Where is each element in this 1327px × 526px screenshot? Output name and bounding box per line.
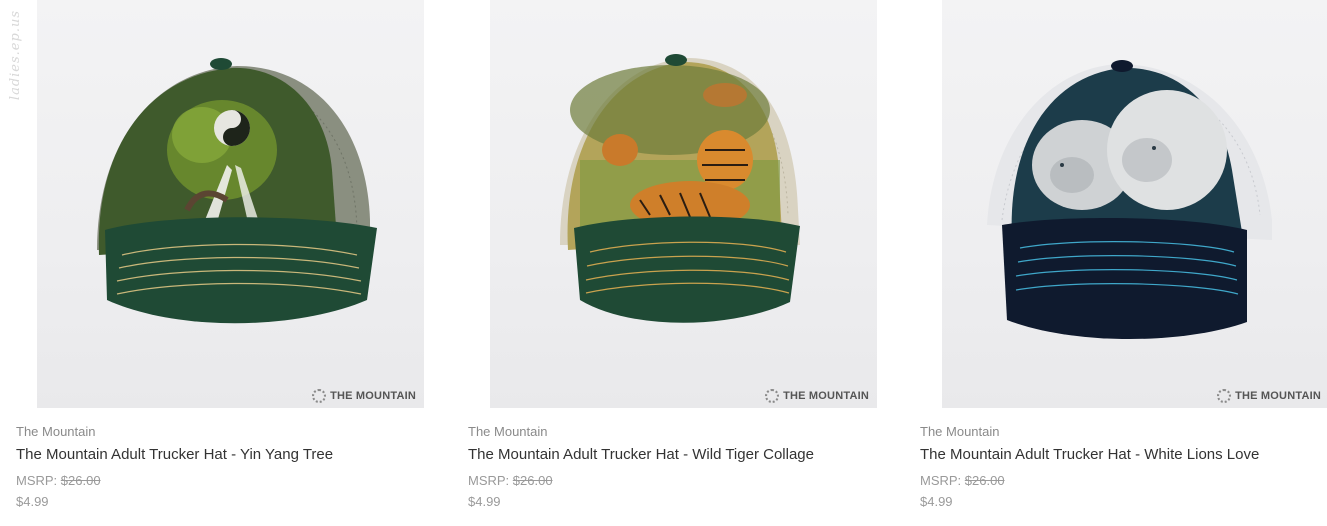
product-title[interactable]: The Mountain Adult Trucker Hat - Yin Yan… (16, 446, 333, 463)
hat-illustration (560, 54, 800, 323)
brand-watermark-label: THE MOUNTAIN (783, 390, 869, 402)
brand-watermark: THE MOUNTAIN (312, 389, 416, 403)
product-card: THE MOUNTAIN The Mountain The Mountain A… (468, 0, 877, 526)
mountain-logo-icon (765, 389, 780, 403)
product-price: $4.99 (468, 494, 501, 509)
product-vendor[interactable]: The Mountain (16, 424, 96, 439)
msrp-label: MSRP: (16, 473, 58, 488)
mountain-logo-icon (312, 389, 327, 403)
product-card: THE MOUNTAIN The Mountain The Mountain A… (920, 0, 1327, 526)
msrp-value: $26.00 (964, 473, 1005, 488)
hat-illustration (987, 60, 1272, 340)
product-vendor[interactable]: The Mountain (468, 424, 548, 439)
product-msrp: MSRP: $26.00 (16, 473, 101, 488)
msrp-value: $26.00 (512, 473, 553, 488)
product-image-wild-tiger-collage[interactable]: THE MOUNTAIN (490, 0, 877, 408)
mountain-logo-icon (1217, 389, 1232, 403)
product-price: $4.99 (920, 494, 953, 509)
product-vendor[interactable]: The Mountain (920, 424, 1000, 439)
product-image-yin-yang-tree[interactable]: THE MOUNTAIN (37, 0, 424, 408)
product-image-white-lions-love[interactable]: THE MOUNTAIN (942, 0, 1327, 408)
msrp-label: MSRP: (468, 473, 510, 488)
msrp-label: MSRP: (920, 473, 962, 488)
product-grid: THE MOUNTAIN The Mountain The Mountain A… (0, 0, 1327, 526)
brand-watermark: THE MOUNTAIN (765, 389, 869, 403)
product-msrp: MSRP: $26.00 (920, 473, 1005, 488)
msrp-value: $26.00 (60, 473, 101, 488)
brand-watermark-label: THE MOUNTAIN (330, 390, 416, 402)
brand-watermark-label: THE MOUNTAIN (1235, 390, 1321, 402)
product-card: THE MOUNTAIN The Mountain The Mountain A… (16, 0, 424, 526)
product-price: $4.99 (16, 494, 49, 509)
product-title[interactable]: The Mountain Adult Trucker Hat - Wild Ti… (468, 446, 814, 463)
product-title[interactable]: The Mountain Adult Trucker Hat - White L… (920, 446, 1259, 463)
hat-illustration (97, 58, 377, 324)
brand-watermark: THE MOUNTAIN (1217, 389, 1321, 403)
product-msrp: MSRP: $26.00 (468, 473, 553, 488)
